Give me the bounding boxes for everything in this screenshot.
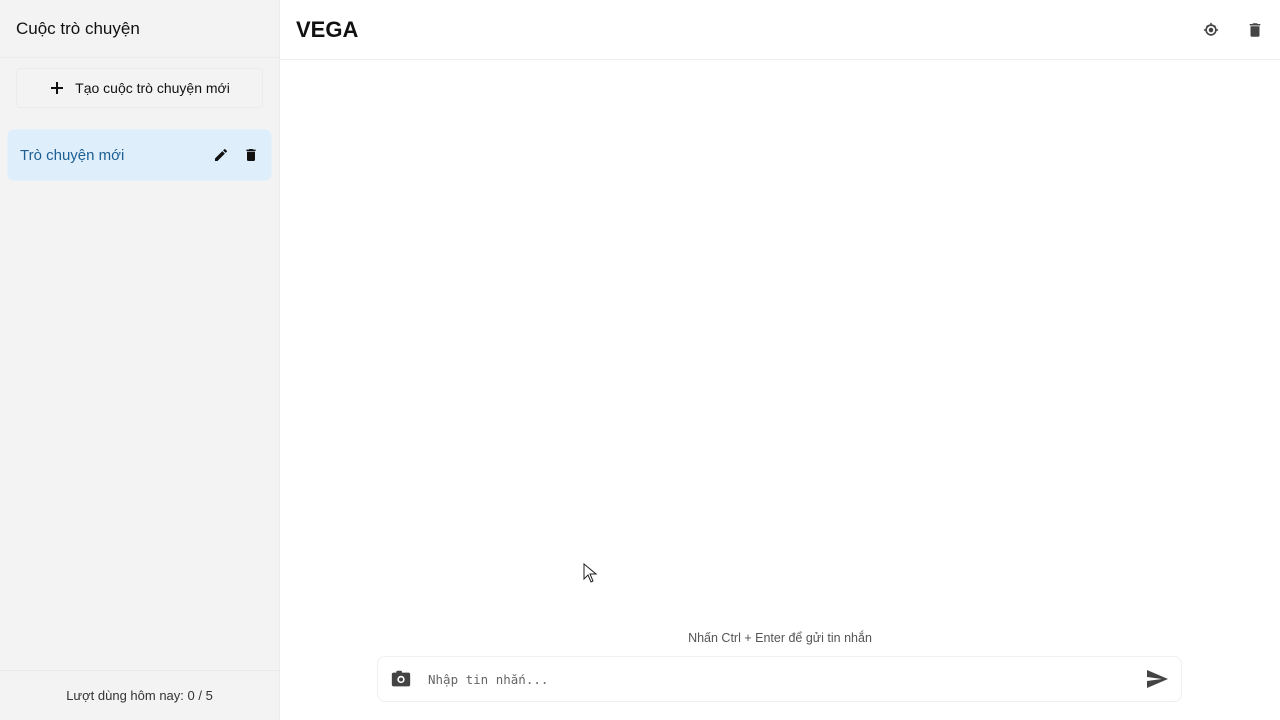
settings-icon[interactable] xyxy=(1202,21,1220,39)
message-composer xyxy=(377,656,1182,702)
topbar-actions xyxy=(1202,21,1264,39)
conversation-list: Trò chuyện mới xyxy=(0,108,279,180)
app-window: Cuộc trò chuyện Tạo cuộc trò chuyện mới … xyxy=(0,0,1280,720)
conversation-item[interactable]: Trò chuyện mới xyxy=(8,130,271,180)
image-icon[interactable] xyxy=(390,668,412,690)
pencil-icon[interactable] xyxy=(213,147,229,163)
sidebar-header: Cuộc trò chuyện xyxy=(0,0,279,58)
sidebar: Cuộc trò chuyện Tạo cuộc trò chuyện mới … xyxy=(0,0,280,720)
conversation-label: Trò chuyện mới xyxy=(20,146,125,164)
new-chat-label: Tạo cuộc trò chuyện mới xyxy=(75,80,230,96)
new-chat-button[interactable]: Tạo cuộc trò chuyện mới xyxy=(16,68,263,108)
usage-counter: Lượt dùng hôm nay: 0 / 5 xyxy=(0,670,279,720)
topbar: VEGA xyxy=(280,0,1280,60)
mouse-cursor-icon xyxy=(583,563,597,583)
chat-main: VEGA Nhấn Ctrl + Enter để gửi tin nhắn xyxy=(280,0,1280,720)
usage-text: Lượt dùng hôm nay: 0 / 5 xyxy=(66,688,213,703)
app-title: VEGA xyxy=(296,16,359,42)
new-chat-wrap: Tạo cuộc trò chuyện mới xyxy=(0,58,279,108)
message-input[interactable] xyxy=(412,671,1145,687)
plus-icon xyxy=(49,80,65,96)
sidebar-title: Cuộc trò chuyện xyxy=(16,18,140,38)
send-hint: Nhấn Ctrl + Enter để gửi tin nhắn xyxy=(688,631,872,645)
send-icon[interactable] xyxy=(1145,667,1169,691)
clear-chat-trash-icon[interactable] xyxy=(1246,21,1264,39)
trash-icon[interactable] xyxy=(243,147,259,163)
conversation-actions xyxy=(213,147,259,163)
